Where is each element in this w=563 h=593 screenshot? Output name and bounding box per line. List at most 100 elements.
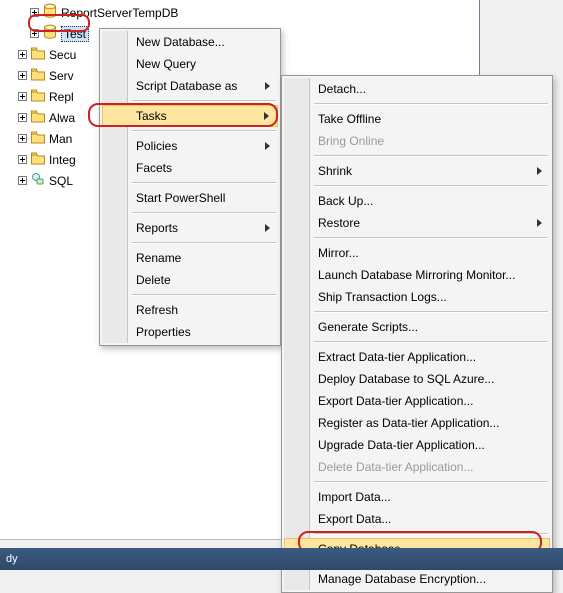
folder-icon [30, 129, 49, 148]
folder-icon [30, 66, 49, 85]
menu-item-label: Detach... [318, 82, 366, 96]
expand-toggle[interactable] [18, 134, 30, 143]
expand-toggle[interactable] [18, 92, 30, 101]
menu-item[interactable]: Launch Database Mirroring Monitor... [284, 264, 550, 286]
menu-separator [314, 237, 548, 239]
folder-icon [30, 150, 49, 169]
menu-item[interactable]: Script Database as [102, 75, 278, 97]
menu-item[interactable]: New Query [102, 53, 278, 75]
menu-item[interactable]: Ship Transaction Logs... [284, 286, 550, 308]
menu-item-label: Rename [136, 251, 181, 265]
menu-item-label: Tasks [136, 109, 167, 123]
menu-item[interactable]: Extract Data-tier Application... [284, 346, 550, 368]
menu-separator [314, 341, 548, 343]
menu-item[interactable]: Delete [102, 269, 278, 291]
menu-item-label: Back Up... [318, 194, 373, 208]
menu-item-label: Bring Online [318, 134, 384, 148]
menu-item[interactable]: New Database... [102, 31, 278, 53]
submenu-arrow-icon [537, 219, 542, 227]
menu-item[interactable]: Import Data... [284, 486, 550, 508]
menu-item-label: Refresh [136, 303, 178, 317]
menu-item[interactable]: Properties [102, 321, 278, 343]
tree-item-label: Repl [49, 90, 74, 104]
menu-item-label: New Database... [136, 35, 225, 49]
menu-item[interactable]: Refresh [102, 299, 278, 321]
menu-item[interactable]: Export Data-tier Application... [284, 390, 550, 412]
sql-icon [30, 171, 49, 190]
expand-toggle[interactable] [18, 50, 30, 59]
menu-item[interactable]: Manage Database Encryption... [284, 568, 550, 590]
menu-item[interactable]: Restore [284, 212, 550, 234]
menu-separator [314, 185, 548, 187]
menu-item-label: Mirror... [318, 246, 359, 260]
submenu-arrow-icon [537, 167, 542, 175]
menu-item[interactable]: Register as Data-tier Application... [284, 412, 550, 434]
status-text: dy [6, 553, 18, 565]
menu-item-label: Upgrade Data-tier Application... [318, 438, 485, 452]
menu-item[interactable]: Tasks [102, 105, 278, 127]
tree-item-label: ReportServerTempDB [61, 6, 178, 20]
menu-item-label: Export Data-tier Application... [318, 394, 473, 408]
expand-toggle[interactable] [18, 71, 30, 80]
menu-item-label: Ship Transaction Logs... [318, 290, 447, 304]
menu-item[interactable]: Rename [102, 247, 278, 269]
menu-item-label: Policies [136, 139, 177, 153]
expand-toggle[interactable] [18, 113, 30, 122]
menu-item[interactable]: Shrink [284, 160, 550, 182]
menu-item-label: New Query [136, 57, 196, 71]
menu-separator [132, 242, 276, 244]
tree-item[interactable]: ReportServerTempDB [4, 2, 479, 23]
menu-item-label: Reports [136, 221, 178, 235]
menu-separator [132, 212, 276, 214]
expand-toggle[interactable] [18, 155, 30, 164]
folder-icon [30, 87, 49, 106]
tree-item-label: Test [61, 26, 89, 42]
menu-item-label: Restore [318, 216, 360, 230]
menu-item-label: Script Database as [136, 79, 237, 93]
tree-item-label: Alwa [49, 111, 75, 125]
menu-item-label: Shrink [318, 164, 352, 178]
menu-item[interactable]: Generate Scripts... [284, 316, 550, 338]
tasks-submenu: Detach... Take Offline Bring Online Shrink B… [281, 75, 553, 593]
menu-item-label: Manage Database Encryption... [318, 572, 486, 586]
tree-item-label: SQL [49, 174, 73, 188]
menu-item-label: Launch Database Mirroring Monitor... [318, 268, 515, 282]
expand-toggle[interactable] [30, 8, 42, 17]
menu-item-label: Generate Scripts... [318, 320, 418, 334]
menu-item[interactable]: Start PowerShell [102, 187, 278, 209]
menu-item: Bring Online [284, 130, 550, 152]
menu-item-label: Delete Data-tier Application... [318, 460, 473, 474]
menu-item[interactable]: Reports [102, 217, 278, 239]
menu-separator [132, 100, 276, 102]
submenu-arrow-icon [265, 82, 270, 90]
menu-item-label: Import Data... [318, 490, 391, 504]
menu-item-label: Register as Data-tier Application... [318, 416, 499, 430]
menu-item[interactable]: Facets [102, 157, 278, 179]
menu-item[interactable]: Deploy Database to SQL Azure... [284, 368, 550, 390]
submenu-arrow-icon [265, 142, 270, 150]
expand-toggle[interactable] [18, 176, 30, 185]
menu-item[interactable]: Back Up... [284, 190, 550, 212]
menu-item[interactable]: Take Offline [284, 108, 550, 130]
menu-item[interactable]: Export Data... [284, 508, 550, 530]
expand-toggle[interactable] [30, 29, 42, 38]
submenu-arrow-icon [265, 224, 270, 232]
tree-item-label: Secu [49, 48, 76, 62]
database-context-menu: New Database... New Query Script Database … [99, 28, 281, 346]
db-icon [42, 3, 61, 22]
menu-separator [314, 481, 548, 483]
menu-item: Delete Data-tier Application... [284, 456, 550, 478]
submenu-arrow-icon [264, 112, 269, 120]
menu-separator [314, 533, 548, 535]
menu-item[interactable]: Detach... [284, 78, 550, 100]
menu-item-label: Take Offline [318, 112, 381, 126]
menu-item[interactable]: Upgrade Data-tier Application... [284, 434, 550, 456]
folder-icon [30, 108, 49, 127]
menu-separator [132, 294, 276, 296]
menu-separator [314, 103, 548, 105]
menu-item-label: Facets [136, 161, 172, 175]
folder-icon [30, 45, 49, 64]
menu-item[interactable]: Policies [102, 135, 278, 157]
menu-item[interactable]: Mirror... [284, 242, 550, 264]
menu-item-label: Delete [136, 273, 171, 287]
